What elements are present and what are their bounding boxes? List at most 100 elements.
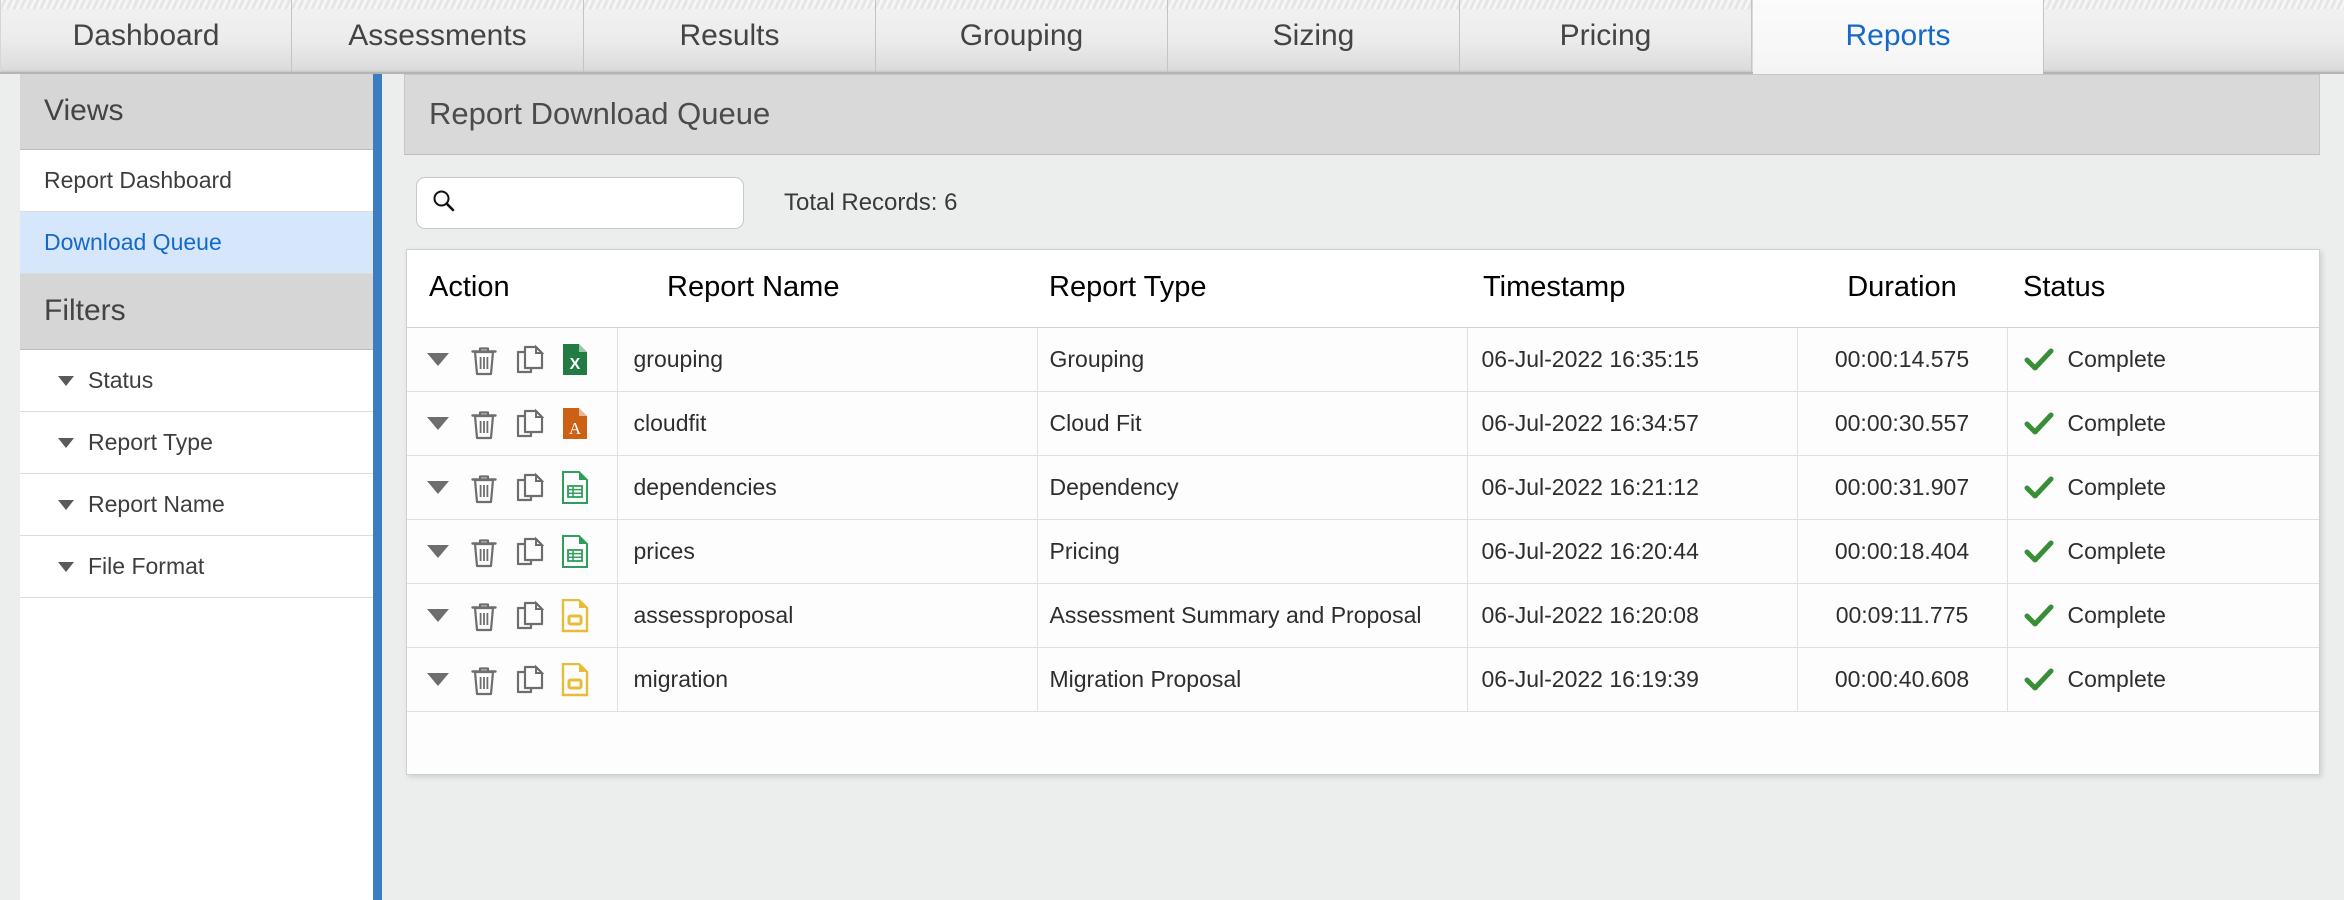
filter-report-type[interactable]: Report Type: [20, 412, 373, 474]
column-header-report-name[interactable]: Report Name: [617, 250, 1037, 328]
filter-report-name[interactable]: Report Name: [20, 474, 373, 536]
delete-icon[interactable]: [469, 664, 499, 696]
report-type-cell: Assessment Summary and Proposal: [1037, 583, 1468, 648]
filter-label: Status: [88, 367, 154, 393]
sidebar-item-download-queue[interactable]: Download Queue: [20, 212, 373, 274]
status-label: Complete: [2067, 666, 2166, 692]
delete-icon[interactable]: [469, 600, 499, 632]
timestamp-cell: 06-Jul-2022 16:19:39: [1467, 647, 1798, 712]
csv-file-icon[interactable]: [561, 534, 589, 569]
tab-grouping[interactable]: Grouping: [876, 0, 1168, 72]
tab-results[interactable]: Results: [584, 0, 876, 72]
sidebar-item-label: Download Queue: [44, 229, 222, 255]
check-icon: [2024, 475, 2054, 501]
report-name-cell: dependencies: [617, 455, 1038, 520]
chevron-down-icon: [58, 375, 74, 386]
status-cell: Complete: [2007, 583, 2319, 648]
powerpoint-file-icon[interactable]: [561, 662, 589, 697]
timestamp-cell: 06-Jul-2022 16:21:12: [1467, 455, 1798, 520]
action-cell: X: [407, 327, 618, 392]
timestamp-cell: 06-Jul-2022 16:35:15: [1467, 327, 1798, 392]
timestamp-cell: 06-Jul-2022 16:20:44: [1467, 519, 1798, 584]
delete-icon[interactable]: [469, 536, 499, 568]
status-cell: Complete: [2007, 647, 2319, 712]
table-row[interactable]: migration Migration Proposal 06-Jul-2022 1…: [407, 647, 2319, 712]
expand-caret-icon[interactable]: [427, 481, 449, 494]
report-type-cell: Pricing: [1037, 519, 1468, 584]
table-footer-cell: [1037, 711, 1467, 774]
column-header-report-type[interactable]: Report Type: [1037, 250, 1467, 328]
expand-caret-icon[interactable]: [427, 545, 449, 558]
status-cell: Complete: [2007, 391, 2319, 456]
report-name-cell: grouping: [617, 327, 1038, 392]
copy-icon[interactable]: [515, 664, 545, 696]
action-cell: [407, 519, 618, 584]
total-records-label: Total Records: 6: [784, 189, 958, 216]
action-icons: [427, 662, 617, 697]
table-row[interactable]: prices Pricing 06-Jul-2022 16:20:44 00:00:1…: [407, 519, 2319, 584]
copy-icon[interactable]: [515, 344, 545, 376]
tab-pricing[interactable]: Pricing: [1460, 0, 1752, 72]
status-cell: Complete: [2007, 519, 2319, 584]
delete-icon[interactable]: [469, 472, 499, 504]
expand-caret-icon[interactable]: [427, 353, 449, 366]
report-queue-table: Action Report Name Report Type Timestamp Dur…: [407, 250, 2319, 774]
tab-reports[interactable]: Reports: [1752, 0, 2044, 74]
table-footer-cell: [617, 711, 1037, 774]
duration-cell: 00:00:31.907: [1797, 455, 2008, 520]
report-name-cell: prices: [617, 519, 1038, 584]
status-label: Complete: [2067, 538, 2166, 564]
check-icon: [2024, 603, 2054, 629]
table-row[interactable]: assessproposal Assessment Summary and Pro…: [407, 583, 2319, 648]
expand-caret-icon[interactable]: [427, 609, 449, 622]
tab-dashboard[interactable]: Dashboard: [0, 0, 292, 72]
duration-cell: 00:09:11.775: [1797, 583, 2008, 648]
table-footer-row: [407, 711, 2319, 774]
tab-sizing[interactable]: Sizing: [1168, 0, 1460, 72]
table-row[interactable]: dependencies Dependency 06-Jul-2022 16:21:…: [407, 455, 2319, 520]
views-list: Report Dashboard Download Queue: [20, 150, 373, 274]
expand-caret-icon[interactable]: [427, 417, 449, 430]
views-section-header: Views: [20, 74, 373, 150]
main-empty-space: [404, 775, 2320, 900]
sidebar-item-report-dashboard[interactable]: Report Dashboard: [20, 150, 373, 212]
check-icon: [2024, 347, 2054, 373]
expand-caret-icon[interactable]: [427, 673, 449, 686]
delete-icon[interactable]: [469, 344, 499, 376]
copy-icon[interactable]: [515, 472, 545, 504]
table-row[interactable]: Acloudfit Cloud Fit 06-Jul-2022 16:34:57 00…: [407, 391, 2319, 456]
powerpoint-file-icon[interactable]: [561, 598, 589, 633]
action-cell: A: [407, 391, 618, 456]
tab-bar-filler: [2044, 0, 2344, 72]
copy-icon[interactable]: [515, 408, 545, 440]
column-header-status[interactable]: Status: [2007, 250, 2319, 328]
column-header-timestamp[interactable]: Timestamp: [1467, 250, 1797, 328]
page-title: Report Download Queue: [404, 74, 2320, 155]
tab-assessments[interactable]: Assessments: [292, 0, 584, 72]
svg-text:X: X: [570, 356, 581, 373]
column-header-action[interactable]: Action: [407, 250, 617, 328]
table-footer-cell: [2007, 711, 2319, 774]
filter-file-format[interactable]: File Format: [20, 536, 373, 598]
copy-icon[interactable]: [515, 536, 545, 568]
delete-icon[interactable]: [469, 408, 499, 440]
search-input[interactable]: [467, 190, 729, 216]
column-header-duration[interactable]: Duration: [1797, 250, 2007, 328]
duration-cell: 00:00:14.575: [1797, 327, 2008, 392]
filters-section-header: Filters: [20, 274, 373, 350]
copy-icon[interactable]: [515, 600, 545, 632]
filter-status[interactable]: Status: [20, 350, 373, 412]
excel-file-icon[interactable]: X: [561, 343, 589, 377]
csv-file-icon[interactable]: [561, 470, 589, 505]
report-type-cell: Grouping: [1037, 327, 1468, 392]
status-label: Complete: [2067, 474, 2166, 500]
filter-label: Report Name: [88, 491, 225, 517]
sidebar-empty-space: [20, 598, 373, 900]
report-queue-table-container: Action Report Name Report Type Timestamp Dur…: [406, 249, 2320, 775]
table-row[interactable]: Xgrouping Grouping 06-Jul-2022 16:35:15 00:…: [407, 327, 2319, 392]
duration-cell: 00:00:30.557: [1797, 391, 2008, 456]
pdf-file-icon[interactable]: A: [561, 407, 589, 441]
search-box[interactable]: [416, 177, 744, 229]
sidebar-item-label: Report Dashboard: [44, 167, 232, 193]
tab-label: Sizing: [1272, 19, 1355, 52]
